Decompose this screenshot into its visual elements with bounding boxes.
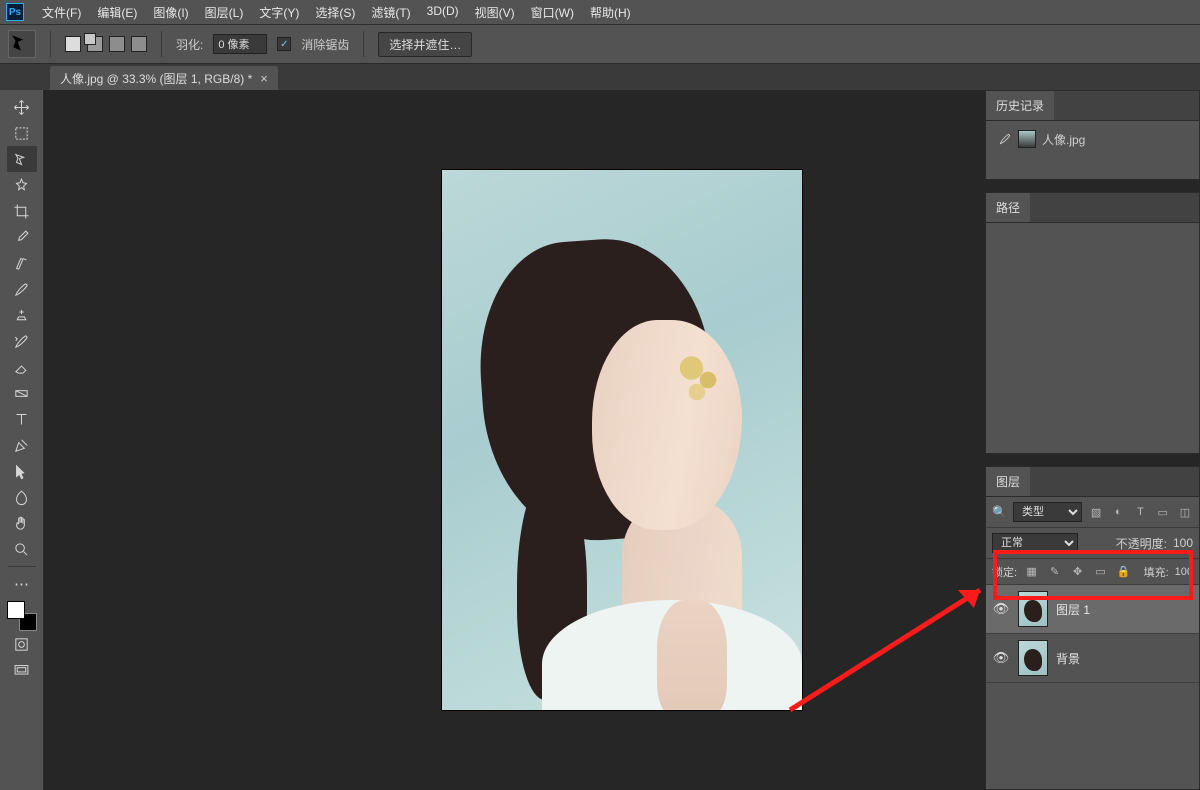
history-thumbnail-icon bbox=[1018, 130, 1036, 148]
color-swatches[interactable] bbox=[7, 601, 37, 631]
brush-tool[interactable] bbox=[7, 276, 37, 302]
menu-item[interactable]: 选择(S) bbox=[307, 1, 363, 24]
right-panels: 历史记录 人像.jpg 路径 图层 🔍 类型 ▧ ◐ T ▭ ◫ bbox=[985, 90, 1200, 790]
opacity-value[interactable]: 100 bbox=[1173, 536, 1193, 550]
lock-all-icon[interactable]: 🔒 bbox=[1115, 563, 1132, 580]
history-brush-tool[interactable] bbox=[7, 328, 37, 354]
menu-item[interactable]: 视图(V) bbox=[467, 1, 523, 24]
filter-type-icon[interactable]: T bbox=[1132, 504, 1148, 521]
layers-panel: 图层 🔍 类型 ▧ ◐ T ▭ ◫ 正常 不透明度: 100 锁定: ▦ ✎ ✥… bbox=[985, 466, 1200, 790]
history-item[interactable]: 人像.jpg bbox=[994, 127, 1191, 151]
history-tab[interactable]: 历史记录 bbox=[986, 91, 1054, 120]
lasso-tool[interactable] bbox=[7, 146, 37, 172]
shape-tool[interactable] bbox=[7, 484, 37, 510]
paths-tab[interactable]: 路径 bbox=[986, 193, 1030, 222]
menu-item[interactable]: 3D(D) bbox=[419, 1, 467, 24]
menu-bar: Ps 文件(F)编辑(E)图像(I)图层(L)文字(Y)选择(S)滤镜(T)3D… bbox=[0, 0, 1200, 24]
opacity-label: 不透明度: bbox=[1116, 535, 1167, 552]
toolbox-separator bbox=[8, 566, 36, 567]
layer-thumbnail[interactable] bbox=[1018, 591, 1048, 627]
lock-pixels-icon[interactable]: ✎ bbox=[1046, 563, 1063, 580]
marquee-tool[interactable] bbox=[7, 120, 37, 146]
paths-panel: 路径 bbox=[985, 192, 1200, 454]
menu-item[interactable]: 图层(L) bbox=[197, 1, 252, 24]
lock-transparency-icon[interactable]: ▦ bbox=[1023, 563, 1040, 580]
lock-artboard-icon[interactable]: ▭ bbox=[1092, 563, 1109, 580]
edit-toolbar-icon[interactable]: ⋯ bbox=[7, 571, 37, 597]
layer-row[interactable]: 👁 图层 1 bbox=[986, 585, 1199, 634]
divider bbox=[50, 31, 51, 57]
quick-mask-icon[interactable] bbox=[7, 631, 37, 657]
foreground-color-swatch[interactable] bbox=[7, 601, 25, 619]
gradient-tool[interactable] bbox=[7, 380, 37, 406]
menu-item[interactable]: 文字(Y) bbox=[251, 1, 307, 24]
layer-name[interactable]: 背景 bbox=[1056, 650, 1080, 667]
blend-mode-select[interactable]: 正常 bbox=[992, 533, 1078, 553]
history-source-icon bbox=[998, 132, 1012, 146]
eraser-tool[interactable] bbox=[7, 354, 37, 380]
clone-stamp-tool[interactable] bbox=[7, 302, 37, 328]
direct-selection-tool[interactable] bbox=[7, 458, 37, 484]
fill-value[interactable]: 100 bbox=[1175, 566, 1193, 578]
feather-label: 羽化: bbox=[176, 36, 203, 53]
layer-row[interactable]: 👁 背景 bbox=[986, 634, 1199, 683]
screen-mode-icon[interactable] bbox=[7, 657, 37, 683]
crop-tool[interactable] bbox=[7, 198, 37, 224]
filter-shape-icon[interactable]: ▭ bbox=[1155, 504, 1171, 521]
layer-visibility-icon[interactable]: 👁 bbox=[992, 650, 1010, 666]
filter-adjust-icon[interactable]: ◐ bbox=[1110, 504, 1126, 521]
active-tool-icon[interactable] bbox=[8, 30, 36, 58]
document-canvas[interactable] bbox=[442, 170, 802, 710]
antialias-label: 消除锯齿 bbox=[301, 36, 349, 53]
document-tab-title: 人像.jpg @ 33.3% (图层 1, RGB/8) * bbox=[60, 70, 252, 87]
antialias-checkbox[interactable]: ✓ bbox=[277, 37, 291, 51]
app-logo-icon: Ps bbox=[6, 3, 24, 21]
selection-intersect-icon[interactable] bbox=[131, 36, 147, 52]
menu-item[interactable]: 帮助(H) bbox=[582, 1, 639, 24]
eyedropper-tool[interactable] bbox=[7, 224, 37, 250]
type-tool[interactable] bbox=[7, 406, 37, 432]
layer-thumbnail[interactable] bbox=[1018, 640, 1048, 676]
selection-new-icon[interactable] bbox=[65, 36, 81, 52]
menu-item[interactable]: 文件(F) bbox=[34, 1, 89, 24]
document-tabs: 人像.jpg @ 33.3% (图层 1, RGB/8) * × bbox=[0, 64, 1200, 90]
move-tool[interactable] bbox=[7, 94, 37, 120]
layers-list: 👁 图层 1 👁 背景 bbox=[986, 585, 1199, 789]
healing-brush-tool[interactable] bbox=[7, 250, 37, 276]
divider bbox=[161, 31, 162, 57]
history-item-label: 人像.jpg bbox=[1042, 131, 1085, 148]
layer-filter-select[interactable]: 类型 bbox=[1013, 502, 1082, 522]
select-and-mask-button[interactable]: 选择并遮住… bbox=[378, 32, 472, 57]
filter-smart-icon[interactable]: ◫ bbox=[1177, 504, 1193, 521]
lock-label: 锁定: bbox=[992, 564, 1017, 580]
quick-selection-tool[interactable] bbox=[7, 172, 37, 198]
layer-name[interactable]: 图层 1 bbox=[1056, 601, 1090, 618]
hand-tool[interactable] bbox=[7, 510, 37, 536]
selection-mode-group bbox=[65, 36, 147, 52]
menu-item[interactable]: 窗口(W) bbox=[523, 1, 582, 24]
lock-position-icon[interactable]: ✥ bbox=[1069, 563, 1086, 580]
history-panel: 历史记录 人像.jpg bbox=[985, 90, 1200, 180]
selection-add-icon[interactable] bbox=[87, 36, 103, 52]
menu-item[interactable]: 滤镜(T) bbox=[363, 1, 418, 24]
menu-item[interactable]: 编辑(E) bbox=[89, 1, 145, 24]
options-bar: 羽化: ✓ 消除锯齿 选择并遮住… bbox=[0, 24, 1200, 64]
divider bbox=[363, 31, 364, 57]
zoom-tool[interactable] bbox=[7, 536, 37, 562]
document-tab[interactable]: 人像.jpg @ 33.3% (图层 1, RGB/8) * × bbox=[50, 66, 278, 90]
layers-tab[interactable]: 图层 bbox=[986, 467, 1030, 496]
toolbox: ⋯ bbox=[0, 90, 44, 790]
feather-input[interactable] bbox=[213, 34, 267, 54]
selection-subtract-icon[interactable] bbox=[109, 36, 125, 52]
pen-tool[interactable] bbox=[7, 432, 37, 458]
filter-pixel-icon[interactable]: ▧ bbox=[1088, 504, 1104, 521]
fill-label: 填充: bbox=[1144, 564, 1169, 580]
close-tab-icon[interactable]: × bbox=[260, 71, 268, 86]
menu-item[interactable]: 图像(I) bbox=[145, 1, 196, 24]
layer-visibility-icon[interactable]: 👁 bbox=[992, 601, 1010, 617]
